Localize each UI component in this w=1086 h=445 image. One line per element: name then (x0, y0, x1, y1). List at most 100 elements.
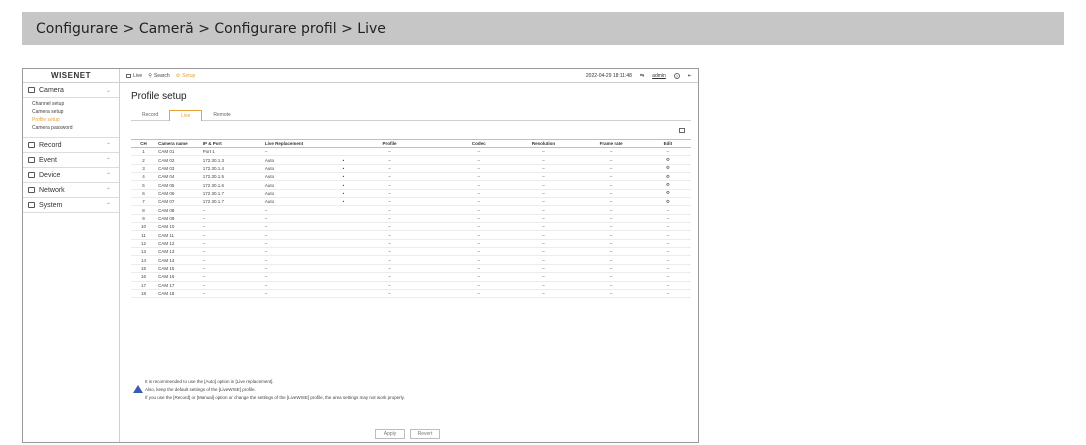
table-cell: – (355, 189, 424, 199)
table-cell: – (509, 272, 578, 282)
nav-setup[interactable]: ⚙ Setup (176, 73, 196, 79)
table-cell (423, 155, 448, 165)
sidebar-item-network[interactable]: Network ⌃ (23, 183, 119, 198)
sidebar-item-channel-setup[interactable]: Channel setup (28, 100, 119, 108)
tab-live[interactable]: Live (169, 110, 203, 121)
table-row[interactable]: 3 CAM 03 172.30.1.4 Auto • – – – – ⚙ (131, 164, 691, 174)
table-row[interactable]: 1 CAM 01 Port 1– – – – – – (131, 147, 691, 157)
sidebar-item-record[interactable]: Record ⌃ (23, 138, 119, 153)
table-row[interactable]: 6 CAM 06 172.30.1.7 Auto • – – – – ⚙ (131, 189, 691, 199)
table-cell: – (447, 255, 510, 265)
table-cell: – (577, 189, 645, 199)
table-row[interactable]: 14 CAM 14– – – – – – – (131, 255, 691, 265)
table-cell: – (447, 180, 510, 190)
table-cell: – (200, 230, 263, 240)
table-cell: – (509, 189, 578, 199)
tab-record[interactable]: Record (131, 110, 169, 121)
column-header: Codec (447, 139, 510, 148)
table-cell: CAM 07 (156, 197, 201, 207)
table-row[interactable]: 10 CAM 10– – – – – – – (131, 222, 691, 232)
table-cell: CAM 18 (156, 289, 201, 299)
table-cell: – (509, 289, 578, 299)
table-row[interactable]: 4 CAM 04 172.30.1.5 Auto • – – – – ⚙ (131, 172, 691, 182)
table-cell: – (577, 222, 645, 232)
table-cell: 172.30.1.4 (200, 164, 263, 174)
table-row[interactable]: 15 CAM 15– – – – – – – (131, 264, 691, 274)
edit-cell[interactable]: ⚙ (644, 155, 691, 165)
table-cell: – (262, 222, 331, 232)
tab-remote[interactable]: Remote (202, 110, 242, 121)
table-row[interactable]: 13 CAM 13– – – – – – – (131, 247, 691, 257)
table-row[interactable]: 7 CAM 07 172.30.1.7 Auto • – – – – ⚙ (131, 197, 691, 207)
table-cell: CAM 06 (156, 189, 201, 199)
table-cell: – (262, 247, 331, 257)
table-row[interactable]: 8 CAM 08– – – – – – – (131, 205, 691, 215)
revert-button[interactable]: Revert (410, 429, 440, 439)
table-cell: 2 (131, 155, 157, 165)
column-header (423, 139, 448, 148)
table-cell (423, 281, 448, 290)
camera-icon (28, 87, 35, 93)
table-cell (423, 222, 448, 232)
note-line: If you use the [Record] or [Manual] opti… (145, 395, 405, 400)
table-cell (330, 214, 356, 224)
sidebar-item-camera[interactable]: Camera ⌄ (23, 83, 119, 98)
user-link[interactable]: admin (652, 73, 666, 79)
note-line: It is recommended to use the [Auto] opti… (145, 379, 274, 384)
help-icon[interactable]: ? (673, 72, 680, 79)
table-row[interactable]: 9 CAM 09– – – – – – – (131, 214, 691, 224)
sidebar-item-event[interactable]: Event ⌃ (23, 153, 119, 168)
edit-cell[interactable]: ⚙ (644, 197, 691, 207)
sidebar-item-profile-setup[interactable]: Profile setup (28, 116, 119, 124)
table-row[interactable]: 2 CAM 02 172.30.1.3 Auto • – – – – ⚙ (131, 155, 691, 165)
table-cell: Auto (262, 172, 331, 182)
nav-search[interactable]: ⚲ Search (148, 73, 170, 79)
table-cell: Auto (262, 180, 331, 190)
table-cell: – (355, 214, 424, 224)
edit-cell[interactable]: ⚙ (644, 172, 691, 182)
table-cell: – (447, 222, 510, 232)
sidebar-system-label: System (39, 201, 63, 209)
edit-cell[interactable]: ⚙ (644, 164, 691, 174)
table-row[interactable]: 12 CAM 12– – – – – – – (131, 239, 691, 249)
table-cell: CAM 17 (156, 281, 201, 290)
table-cell: – (509, 214, 578, 224)
edit-cell[interactable]: ⚙ (644, 189, 691, 199)
table-cell: – (200, 255, 263, 265)
table-cell: 7 (131, 197, 157, 207)
table-cell: 172.30.1.3 (200, 155, 263, 165)
table-row[interactable]: 16 CAM 16– – – – – – – (131, 272, 691, 282)
sidebar-item-system[interactable]: System ⌃ (23, 198, 119, 213)
apply-button[interactable]: Apply (375, 429, 405, 439)
table-cell: – (355, 222, 424, 232)
table-cell: – (577, 247, 645, 257)
sidebar-item-camera-setup[interactable]: Camera setup (28, 108, 119, 116)
table-body: 1 CAM 01 Port 1– – – – – –2 CAM 02 172.30.1.3 Auto… (131, 147, 691, 299)
table-cell (423, 239, 448, 249)
table-cell: – (447, 189, 510, 199)
table-row[interactable]: 11 CAM 11– – – – – – – (131, 230, 691, 240)
table-cell (423, 205, 448, 215)
logout-icon[interactable]: ⇤ (688, 73, 692, 79)
edit-cell: – (644, 264, 691, 274)
table-cell: – (200, 281, 263, 290)
table-row[interactable]: 5 CAM 05 172.30.1.6 Auto • – – – – ⚙ (131, 180, 691, 190)
network-icon[interactable]: ⇆ (640, 73, 644, 79)
edit-cell[interactable]: ⚙ (644, 180, 691, 190)
column-settings-icon[interactable] (679, 128, 685, 133)
column-header: Live Replacement (262, 139, 331, 148)
table-row[interactable]: 18 CAM 18– – – – – – – (131, 289, 691, 299)
table-cell: • (330, 189, 356, 199)
table-cell: – (509, 155, 578, 165)
table-cell: – (577, 197, 645, 207)
nav-live[interactable]: Live (126, 73, 142, 79)
sidebar-item-camera-password[interactable]: Camera password (28, 124, 119, 132)
sidebar-item-device[interactable]: Device ⌃ (23, 168, 119, 183)
table-cell: Auto (262, 197, 331, 207)
edit-cell: – (644, 239, 691, 249)
page-title: Profile setup (131, 91, 187, 102)
table-cell: – (355, 247, 424, 257)
table-row[interactable]: 17 CAM 17– – – – – – – (131, 281, 691, 290)
column-header: Profile (355, 139, 424, 148)
table-cell: – (509, 197, 578, 207)
